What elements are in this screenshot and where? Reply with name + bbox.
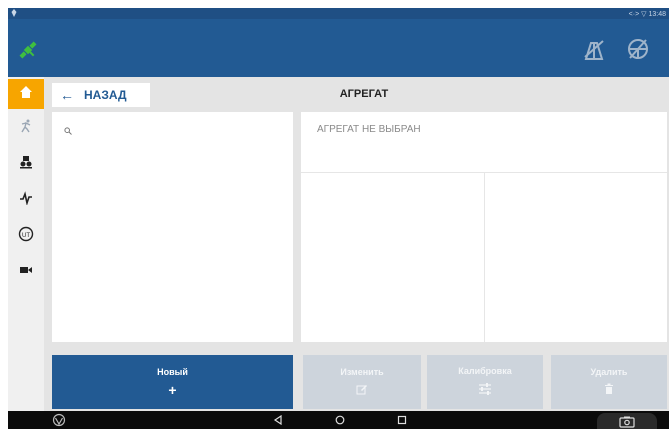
tablet-screen: <·> ▽ 13:48 UT ← НАЗАД АГРЕГАТ АГРЕГАТ Н…: [8, 8, 669, 429]
search-icon[interactable]: [64, 122, 72, 140]
edit-icon: [356, 383, 368, 397]
back-button[interactable]: ← НАЗАД: [52, 83, 150, 107]
recents-icon[interactable]: [397, 411, 407, 429]
implement-list[interactable]: [52, 112, 293, 342]
page-title: АГРЕГАТ: [339, 88, 389, 100]
field-tool-icon[interactable]: [582, 37, 606, 66]
running-person-icon: [19, 119, 33, 138]
sidebar-item-implement[interactable]: [8, 149, 44, 179]
implement-details: АГРЕГАТ НЕ ВЫБРАН: [301, 112, 667, 342]
edit-button-label: Изменить: [340, 367, 384, 377]
calibrate-button[interactable]: Калибровка: [427, 355, 543, 409]
pulse-icon: [19, 190, 33, 210]
system-nav-bar: [8, 411, 669, 429]
status-bar: <·> ▽ 13:48: [8, 8, 669, 19]
svg-text:UT: UT: [22, 233, 30, 239]
back-icon[interactable]: [273, 411, 283, 429]
status-time: 13:48: [648, 11, 666, 18]
status-right: <·> ▽ 13:48: [629, 10, 666, 18]
camera-icon: [19, 263, 33, 282]
home-circle-icon[interactable]: [335, 411, 345, 429]
arrow-left-icon: ←: [60, 87, 74, 103]
delete-button[interactable]: Удалить: [551, 355, 667, 409]
sidebar-item-camera[interactable]: [8, 257, 44, 287]
sidebar: UT: [8, 77, 44, 411]
app-bar: [8, 19, 669, 77]
new-button-label: Новый: [157, 367, 188, 377]
link-icon: <·>: [628, 11, 640, 18]
delete-button-label: Удалить: [590, 367, 628, 377]
sidebar-item-guidance[interactable]: [8, 113, 44, 143]
steering-wheel-icon[interactable]: [626, 37, 650, 66]
back-button-label: НАЗАД: [84, 88, 127, 102]
sidebar-item-home[interactable]: [8, 79, 44, 109]
divider: [484, 173, 485, 342]
sliders-icon: [478, 382, 492, 398]
trash-icon: [604, 383, 614, 397]
isobus-icon: UT: [18, 226, 34, 247]
plus-icon: +: [168, 382, 177, 398]
tractor-icon: [19, 155, 33, 174]
screenshot-icon: [619, 415, 635, 429]
calibrate-button-label: Калибровка: [458, 366, 512, 376]
sidebar-item-isobus[interactable]: UT: [8, 221, 44, 251]
sidebar-item-diagnostics[interactable]: [8, 185, 44, 215]
gps-icon: [11, 9, 17, 19]
new-button[interactable]: Новый +: [52, 355, 293, 409]
satellite-icon[interactable]: [17, 39, 39, 66]
home-icon: [19, 85, 33, 104]
main-content: ← НАЗАД АГРЕГАТ АГРЕГАТ НЕ ВЫБРАН Новый …: [44, 77, 669, 411]
screenshot-button[interactable]: [597, 413, 657, 429]
edit-button[interactable]: Изменить: [303, 355, 421, 409]
empty-selection-label: АГРЕГАТ НЕ ВЫБРАН: [317, 124, 421, 135]
signal-icon: ▽: [641, 11, 647, 18]
app-logo-icon[interactable]: [52, 411, 66, 429]
